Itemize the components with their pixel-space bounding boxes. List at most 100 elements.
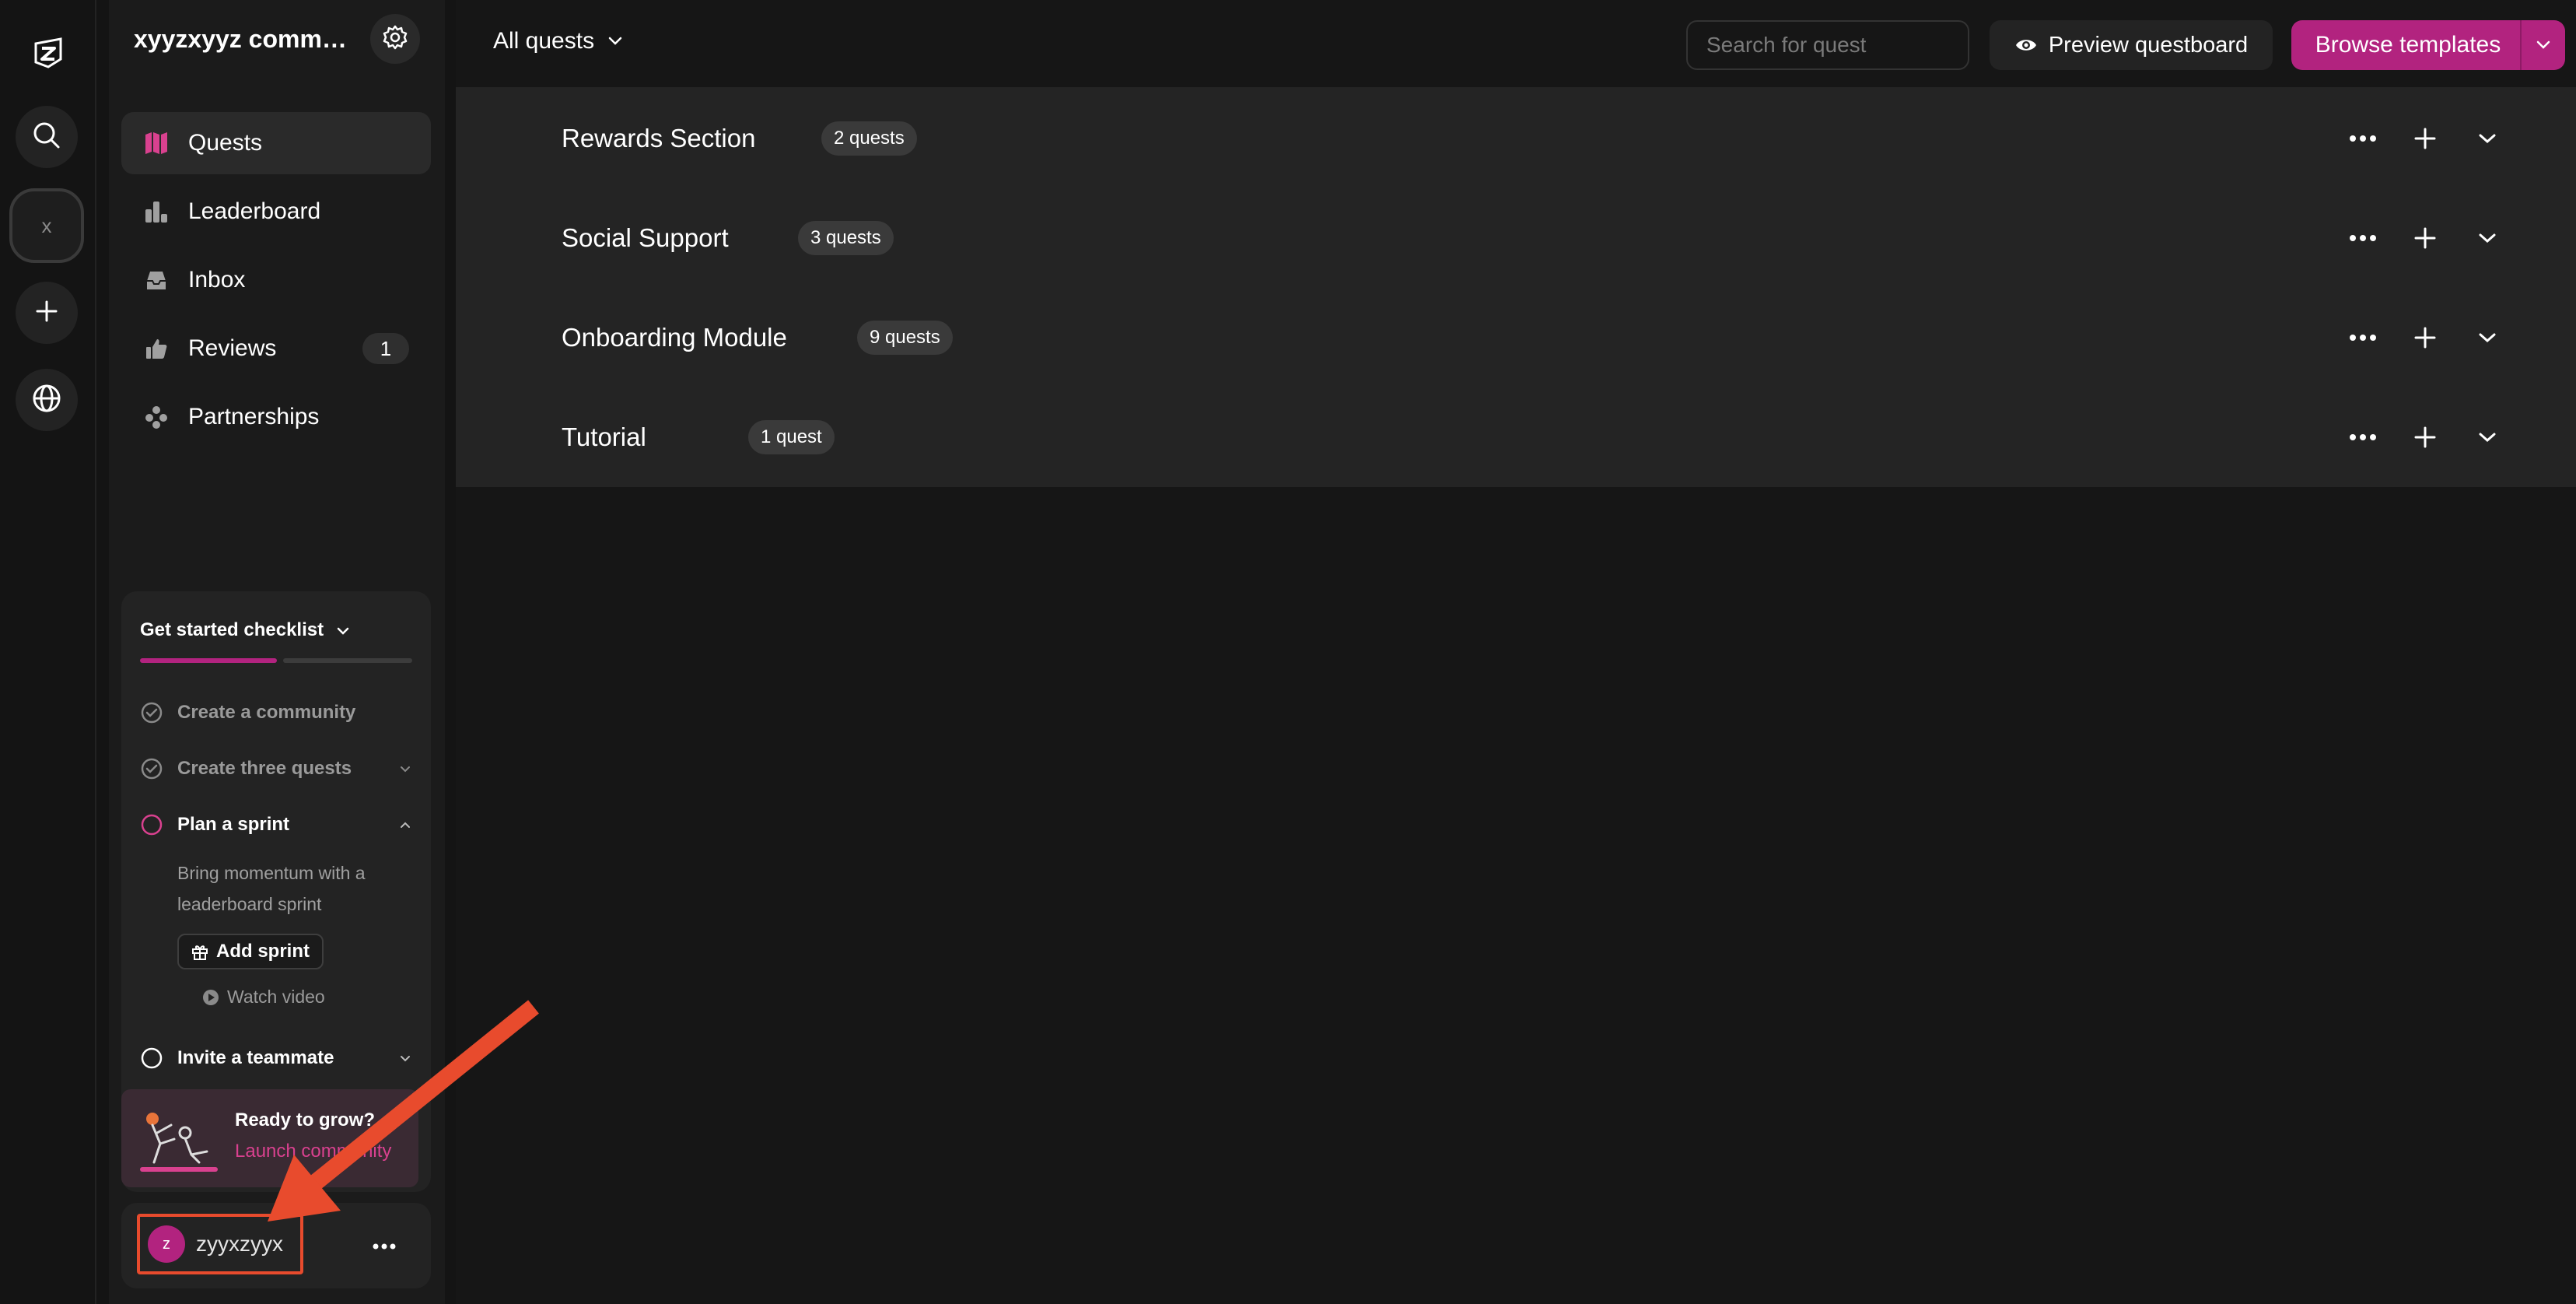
bar-chart-icon [143,198,170,225]
chevron-down-icon[interactable] [2472,422,2503,453]
check-circle-icon [140,757,163,780]
add-sprint-label: Add sprint [216,941,310,962]
checklist-item-create-quests[interactable]: Create three quests [140,753,412,784]
plus-icon[interactable] [2410,322,2441,353]
topbar: All quests Preview questboard Browse tem… [456,0,2576,89]
chevron-down-icon [398,758,412,780]
section-tutorial[interactable]: Tutorial 1 quest [456,387,2576,487]
checklist-toggle[interactable]: Get started checklist [140,619,350,641]
section-quest-count: 9 quests [857,321,953,355]
globe-icon [31,383,62,418]
search-communities-button[interactable] [16,106,78,168]
user-name: zyyxzyyx [196,1232,283,1256]
checklist-item-label: Invite a teammate [177,1047,334,1068]
user-bar: z zyyxzyyx [121,1203,431,1288]
community-name[interactable]: xyyzxyyz commun... [134,25,361,54]
preview-questboard-label: Preview questboard [2048,32,2249,58]
sidebar-item-leaderboard[interactable]: Leaderboard [121,181,431,243]
section-actions [2316,422,2503,453]
sidebar-item-quests[interactable]: Quests [121,112,431,174]
chevron-up-icon [398,814,412,836]
sidebar-item-label: Partnerships [188,404,320,429]
section-name: Tutorial [562,422,646,451]
eye-icon [2014,37,2038,54]
launch-community-link[interactable]: Launch community [235,1141,391,1162]
reviews-count-badge: 1 [362,333,409,364]
section-name: Rewards Section [562,124,756,152]
chevron-down-icon[interactable] [2472,322,2503,353]
sidebar-nav: Quests Leaderboard Inbox Reviews 1 Partn… [121,112,431,454]
search-input[interactable] [1686,20,1969,70]
checklist-item-label: Plan a sprint [177,814,290,835]
section-onboarding-module[interactable]: Onboarding Module 9 quests [456,288,2576,387]
add-sprint-button[interactable]: Add sprint [177,934,324,969]
preview-questboard-button[interactable]: Preview questboard [1990,20,2273,70]
user-profile-button[interactable]: z zyyxzyyx [137,1214,303,1274]
search-icon [32,121,61,154]
section-rewards[interactable]: Rewards Section 2 quests [456,89,2576,188]
community-x-button[interactable]: x [9,188,84,263]
section-actions [2316,123,2503,154]
zealy-logo-icon[interactable] [31,36,65,70]
community-rail: x [0,0,96,1304]
watch-video-label: Watch video [227,987,325,1007]
sidebar-item-label: Leaderboard [188,198,321,224]
gear-icon [382,24,408,54]
sidebar: xyyzxyyz commun... Quests Leaderboard In… [109,0,445,1304]
sidebar-item-label: Quests [188,130,263,156]
avatar: z [148,1225,185,1263]
empty-circle-icon [140,813,163,836]
chevron-down-icon[interactable] [2472,123,2503,154]
browse-templates-label: Browse templates [2315,32,2501,58]
checklist-title: Get started checklist [140,619,324,640]
chevron-down-icon[interactable] [2522,20,2565,70]
more-options-icon[interactable] [2347,422,2378,453]
watch-video-link[interactable]: Watch video [202,987,325,1008]
settings-button[interactable] [370,14,420,64]
more-options-icon[interactable] [2347,223,2378,254]
section-social-support[interactable]: Social Support 3 quests [456,188,2576,288]
rocket-illustration-icon [137,1105,222,1175]
sidebar-header: xyyzxyyz commun... [109,0,445,78]
sidebar-item-inbox[interactable]: Inbox [121,249,431,311]
sidebar-item-reviews[interactable]: Reviews 1 [121,317,431,380]
inbox-icon [143,267,170,293]
sprint-description: Bring momentum with a leaderboard sprint [177,863,366,914]
checklist-progress-bar [140,658,412,663]
gift-icon [191,943,208,960]
checklist-item-label: Create a community [177,702,356,723]
quest-sections: Rewards Section 2 quests Social Support … [456,89,2576,487]
grow-card-title: Ready to grow? [235,1109,376,1130]
more-options-icon[interactable] [369,1231,400,1262]
chevron-down-icon [336,619,350,641]
plus-icon[interactable] [2410,223,2441,254]
thumbs-up-icon [143,335,170,362]
plus-icon[interactable] [2410,123,2441,154]
checklist-item-label: Create three quests [177,758,352,779]
section-quest-count: 1 quest [748,420,835,454]
explore-communities-button[interactable] [16,369,78,431]
empty-circle-icon [140,1046,163,1070]
browse-templates-button[interactable]: Browse templates [2291,20,2565,70]
map-icon [143,130,170,156]
sidebar-item-partnerships[interactable]: Partnerships [121,386,431,448]
ready-to-grow-card[interactable]: Ready to grow? Launch community [121,1089,418,1187]
section-quest-count: 3 quests [798,221,894,255]
create-community-button[interactable] [16,282,78,344]
more-options-icon[interactable] [2347,123,2378,154]
section-name: Social Support [562,223,729,252]
checklist-item-plan-sprint[interactable]: Plan a sprint [140,809,412,840]
section-actions [2316,223,2503,254]
checklist-item-create-community[interactable]: Create a community [140,697,412,728]
puzzle-icon [143,404,170,430]
checklist-item-invite-teammate[interactable]: Invite a teammate [140,1043,412,1074]
plus-icon[interactable] [2410,422,2441,453]
check-circle-icon [140,701,163,724]
quest-filter-label: All quests [493,28,595,54]
main-content: All quests Preview questboard Browse tem… [456,0,2576,1304]
more-options-icon[interactable] [2347,322,2378,353]
progress-track [283,658,412,663]
chevron-down-icon[interactable] [2472,223,2503,254]
quest-filter-dropdown[interactable]: All quests [493,28,624,54]
sidebar-item-label: Inbox [188,267,246,293]
